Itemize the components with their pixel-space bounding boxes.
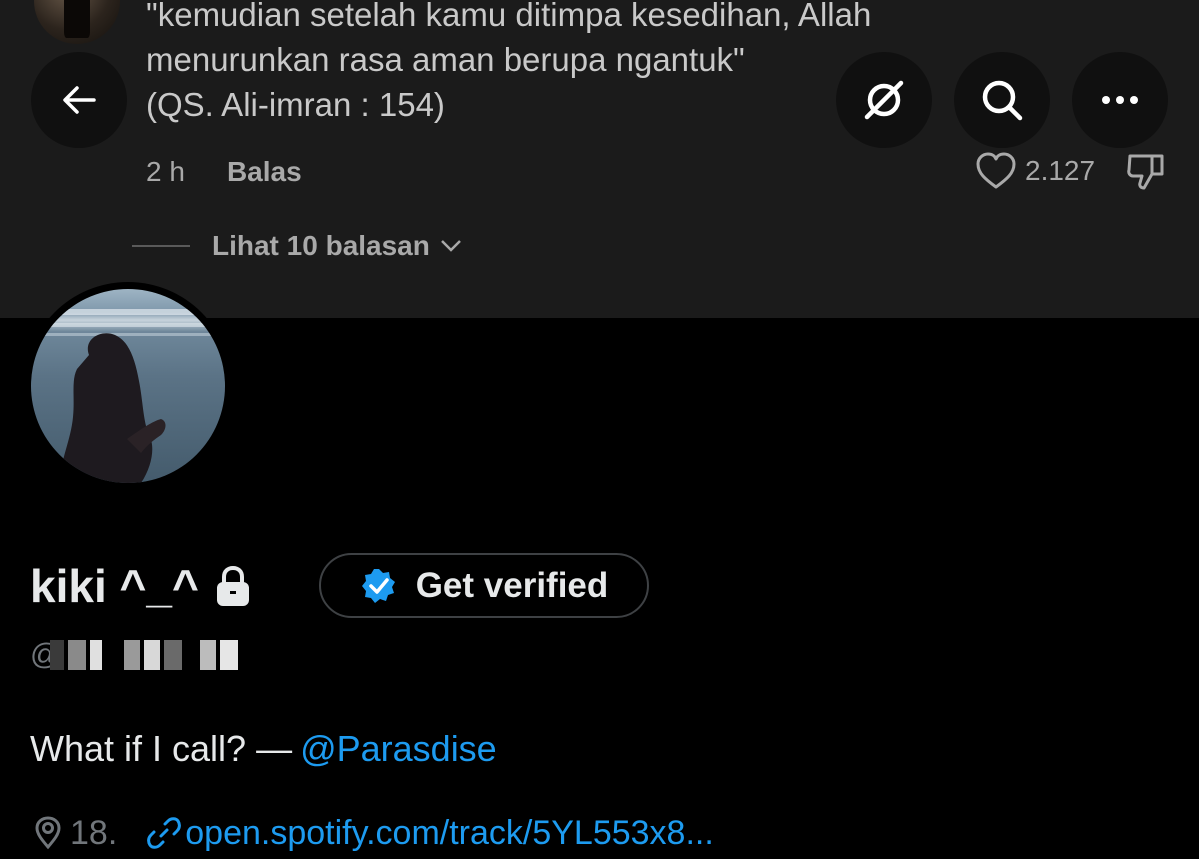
avatar[interactable] <box>31 289 225 483</box>
comment-author-avatar[interactable] <box>34 0 120 44</box>
handle-redacted <box>144 640 161 670</box>
comment-time: 2 h <box>146 156 185 187</box>
profile-screen: "kemudian setelah kamu ditimpa kesedihan… <box>0 0 1199 859</box>
view-replies-label: Lihat 10 balasan <box>212 230 430 261</box>
search-icon <box>982 80 1023 121</box>
search-button[interactable] <box>954 52 1050 148</box>
chevron-down-icon <box>440 240 461 252</box>
get-verified-button[interactable]: Get verified <box>319 553 649 618</box>
lock-icon <box>216 565 249 606</box>
grok-button[interactable] <box>836 52 932 148</box>
view-replies-button[interactable]: Lihat 10 balasan <box>132 226 462 266</box>
avatar-photo <box>31 309 225 483</box>
profile-website-link[interactable]: open.spotify.com/track/5YL553x8... <box>147 814 714 853</box>
handle-redacted <box>90 640 103 670</box>
handle-redacted <box>106 640 121 670</box>
get-verified-label: Get verified <box>415 565 609 605</box>
handle-redacted <box>68 640 87 670</box>
website-link-text[interactable]: open.spotify.com/track/5YL553x8... <box>185 814 714 853</box>
reply-button[interactable]: Balas <box>227 156 302 188</box>
grok-icon <box>864 80 904 120</box>
dislike-icon <box>1127 154 1164 190</box>
profile-banner[interactable]: "kemudian setelah kamu ditimpa kesedihan… <box>0 0 1199 318</box>
handle-redacted <box>186 640 197 670</box>
handle-redacted <box>164 640 183 670</box>
handle-redacted <box>124 640 141 670</box>
display-name-row: kiki ^_^ <box>30 556 253 616</box>
bio-mention-link[interactable]: @Parasdise <box>300 728 497 770</box>
more-button[interactable] <box>1072 52 1168 148</box>
location-text: 18. <box>70 813 118 852</box>
display-name: kiki ^_^ <box>30 560 199 612</box>
handle-redacted <box>50 640 65 670</box>
back-button[interactable] <box>31 52 127 148</box>
verified-badge-icon <box>361 568 395 603</box>
divider-line <box>132 245 190 247</box>
heart-icon <box>976 152 1016 189</box>
profile-location: 18. <box>32 814 117 853</box>
dislike-button[interactable] <box>1124 150 1168 192</box>
arrow-left-icon <box>63 86 96 114</box>
like-count: 2.127 <box>1025 155 1096 186</box>
like-button[interactable]: 2.127 <box>975 150 1095 192</box>
handle-redacted <box>200 640 217 670</box>
more-icon <box>1102 96 1138 104</box>
bio-text: What if I call? — <box>30 728 293 769</box>
location-pin-icon <box>35 816 61 850</box>
comment-meta: 2 h Balas <box>146 154 302 190</box>
profile-handle: @ <box>30 634 239 676</box>
profile-meta-row: 18. open.spotify.com/track/5YL553x8... <box>32 810 714 856</box>
link-icon <box>147 817 182 849</box>
profile-bio: What if I call? — @Parasdise <box>30 726 497 772</box>
handle-redacted <box>220 640 239 670</box>
